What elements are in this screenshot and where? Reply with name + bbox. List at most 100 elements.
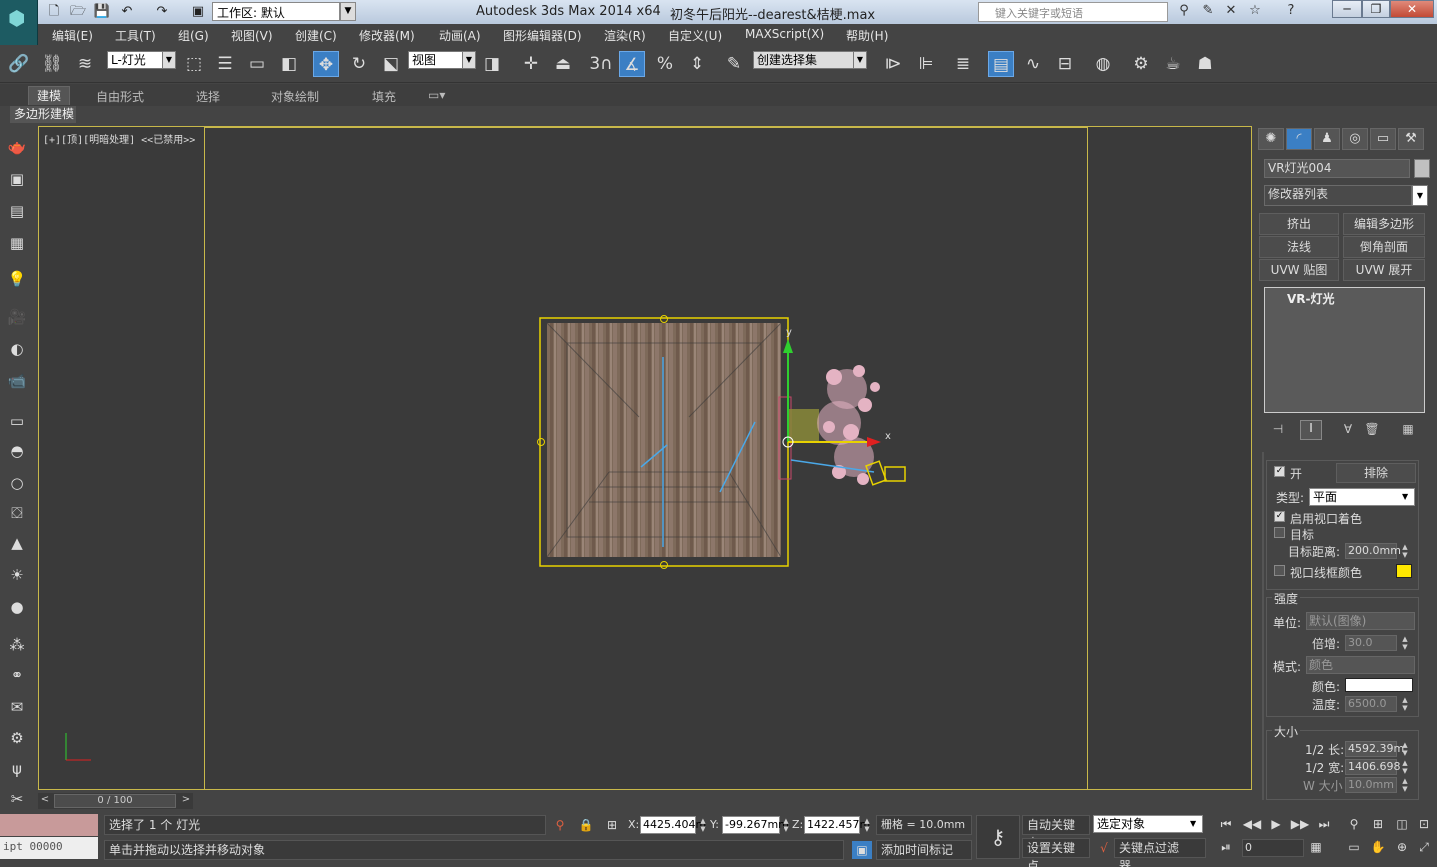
light-color-swatch[interactable] xyxy=(1345,678,1413,692)
tab-modeling[interactable]: 建模 xyxy=(28,86,71,105)
molecule-icon[interactable]: ⚭ xyxy=(5,664,29,686)
modifier-stack[interactable]: VR-灯光 xyxy=(1264,287,1425,413)
zoom-icon[interactable]: ⚲ xyxy=(1344,815,1364,833)
grass-icon[interactable]: ψ xyxy=(5,758,29,780)
menu-group[interactable]: 组(G) xyxy=(178,27,209,44)
previous-frame-icon[interactable]: ◀◀ xyxy=(1242,815,1262,833)
orbit-icon[interactable]: ⊕ xyxy=(1392,838,1412,856)
exchange-icon[interactable]: ✕ xyxy=(1221,3,1241,21)
spinner-arrows-icon[interactable]: ▲ ▼ xyxy=(1400,543,1410,559)
spinner-arrows-icon[interactable]: ▲ ▼ xyxy=(1400,759,1410,775)
create-tab-icon[interactable]: ✺ xyxy=(1258,128,1284,150)
envelope-icon[interactable]: ✉ xyxy=(5,696,29,718)
zoom-extents-icon[interactable]: ◫ xyxy=(1392,815,1412,833)
graphite-toggle-icon[interactable]: ▤ xyxy=(988,51,1014,77)
camera-icon[interactable]: 🎥 xyxy=(5,306,29,328)
maxscript-listener-mini[interactable] xyxy=(0,814,98,836)
zoom-extents-all-icon[interactable]: ⊡ xyxy=(1414,815,1434,833)
light-bulb-icon[interactable]: 💡 xyxy=(5,268,29,290)
bind-space-warp-icon[interactable]: ≋ xyxy=(72,51,98,77)
show-end-result-icon[interactable]: I xyxy=(1300,420,1322,440)
pivot-center-icon[interactable]: ◨ xyxy=(479,51,505,77)
object-name-field[interactable]: VR灯光004 xyxy=(1264,159,1410,178)
absolute-mode-icon[interactable]: ⊞ xyxy=(602,816,622,834)
close-button[interactable]: ✕ xyxy=(1390,0,1434,18)
target-checkbox[interactable] xyxy=(1274,527,1285,538)
y-coord-field[interactable]: -99.267mm xyxy=(722,816,789,834)
add-time-tag-button[interactable]: 添加时间标记 xyxy=(876,840,972,860)
spinner-arrows-icon[interactable]: ▲ ▼ xyxy=(781,817,791,833)
gear-icon[interactable]: ⚙ xyxy=(5,727,29,749)
flower-tree[interactable] xyxy=(817,365,880,485)
uvw-map-button[interactable]: UVW 贴图 xyxy=(1259,259,1339,281)
tab-object-paint[interactable]: 对象绘制 xyxy=(271,88,319,105)
sphere-icon[interactable]: ○ xyxy=(5,472,29,494)
snap-toggle-icon[interactable]: 3∩ xyxy=(588,51,614,77)
chevron-down-icon[interactable]: ▼ xyxy=(1190,816,1202,832)
play-icon[interactable]: ▶ xyxy=(1266,815,1286,833)
display-tab-icon[interactable]: ▭ xyxy=(1370,128,1396,150)
time-prev-button[interactable]: < xyxy=(39,794,51,808)
object-color-swatch[interactable] xyxy=(1414,159,1430,178)
modify-tab-icon[interactable]: ◜ xyxy=(1286,128,1312,150)
selection-filter-dropdown[interactable]: L-灯光 xyxy=(107,51,169,69)
cone-icon[interactable]: ▲ xyxy=(5,532,29,554)
time-slider-thumb[interactable]: 0 / 100 xyxy=(54,794,176,808)
schematic-view-icon[interactable]: ⊟ xyxy=(1052,51,1078,77)
maximize-button[interactable]: ❐ xyxy=(1362,0,1390,18)
menu-modifiers[interactable]: 修改器(M) xyxy=(359,27,415,44)
chevron-down-icon[interactable]: ▼ xyxy=(162,51,176,69)
modifier-list-dropdown[interactable]: 修改器列表 xyxy=(1264,185,1412,206)
exclude-button[interactable]: 排除 xyxy=(1336,463,1416,483)
time-tag-icon[interactable]: ▣ xyxy=(852,841,872,859)
uvw-unwrap-button[interactable]: UVW 展开 xyxy=(1343,259,1425,281)
zoom-all-icon[interactable]: ⊞ xyxy=(1368,815,1388,833)
reference-coordinate-dropdown[interactable]: 视图 xyxy=(408,51,466,69)
edit-named-selection-icon[interactable]: ✎ xyxy=(721,51,747,77)
menu-graph-editors[interactable]: 图形编辑器(D) xyxy=(503,27,582,44)
edit-poly-button[interactable]: 编辑多边形 xyxy=(1343,213,1425,235)
utilities-tab-icon[interactable]: ⚒ xyxy=(1398,128,1424,150)
half-length-spinner[interactable]: 4592.39m xyxy=(1345,741,1404,757)
open-file-icon[interactable]: 🗁 xyxy=(68,3,88,21)
bevel-profile-button[interactable]: 倒角剖面 xyxy=(1343,236,1425,258)
manipulate-icon[interactable]: ✛ xyxy=(518,51,544,77)
time-configuration-icon[interactable]: ▦ xyxy=(1306,838,1326,856)
percent-snap-icon[interactable]: % xyxy=(652,51,678,77)
box-icon[interactable]: ▭ xyxy=(5,410,29,432)
teapot-icon[interactable]: 🫖 xyxy=(5,136,29,158)
helper-icon[interactable]: ◐ xyxy=(5,338,29,360)
current-frame-field[interactable]: 0 xyxy=(1242,839,1304,857)
select-and-move-icon[interactable]: ✥ xyxy=(313,51,339,77)
selection-lock-icon[interactable]: 🔒 xyxy=(576,816,596,834)
bracket-handle[interactable] xyxy=(660,561,668,569)
menu-views[interactable]: 视图(V) xyxy=(231,27,273,44)
communication-icon[interactable]: ✎ xyxy=(1198,3,1218,21)
go-to-start-icon[interactable]: ⏮ xyxy=(1216,815,1236,833)
menu-rendering[interactable]: 渲染(R) xyxy=(604,27,646,44)
save-file-icon[interactable]: 💾 xyxy=(92,3,112,21)
redo-icon[interactable]: ↷ xyxy=(152,3,172,21)
key-filter-icon[interactable]: √ xyxy=(1094,839,1114,857)
pin-stack-icon[interactable]: ⊣ xyxy=(1268,422,1288,440)
key-filters-button[interactable]: 关键点过滤器... xyxy=(1114,838,1206,867)
top-viewport[interactable]: [+][顶][明暗处理] <<已禁用>> y x xyxy=(38,126,1252,790)
target-distance-spinner[interactable]: 200.0mm xyxy=(1345,543,1401,559)
named-selection-set-dropdown[interactable]: 创建选择集 xyxy=(753,51,855,69)
viewport-shading-checkbox[interactable]: ✓ xyxy=(1274,511,1285,522)
select-and-rotate-icon[interactable]: ↻ xyxy=(346,51,372,77)
remove-modifier-icon[interactable]: 🗑 xyxy=(1362,422,1382,440)
key-mode-toggle-icon[interactable]: ⏯ xyxy=(1216,838,1236,856)
pan-view-icon[interactable]: ✋ xyxy=(1368,838,1388,856)
search-input[interactable]: 键入关键字或短语 xyxy=(978,2,1168,22)
render-setup-icon[interactable]: ⚙ xyxy=(1128,51,1154,77)
hierarchy-tab-icon[interactable]: ♟ xyxy=(1314,128,1340,150)
normal-button[interactable]: 法线 xyxy=(1259,236,1339,258)
chevron-down-icon[interactable]: ▼ xyxy=(853,51,867,69)
wire-color-checkbox[interactable] xyxy=(1274,565,1285,576)
angle-snap-icon[interactable]: ∡ xyxy=(619,51,645,77)
key-mode-dropdown[interactable]: 选定对象 xyxy=(1093,815,1203,833)
menu-tools[interactable]: 工具(T) xyxy=(115,27,156,44)
link-icon[interactable]: 🔗 xyxy=(6,51,32,77)
panel-scrollbar[interactable] xyxy=(1262,452,1264,800)
